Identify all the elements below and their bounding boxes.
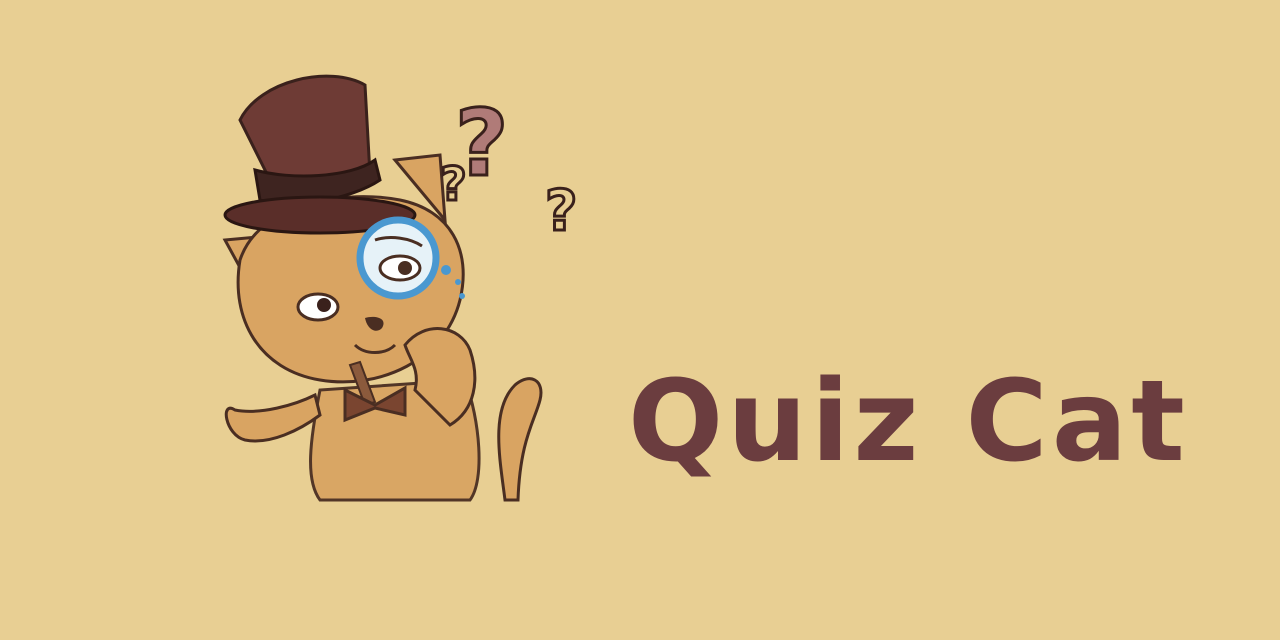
svg-text:?: ? xyxy=(545,179,577,244)
cat-tail xyxy=(497,377,543,502)
page-title: Quiz Cat xyxy=(628,357,1189,487)
quiz-cat-mascot-icon: ? ? ? xyxy=(222,74,579,502)
cat-left-paw xyxy=(224,392,322,443)
question-marks-icon: ? ? ? xyxy=(439,89,579,246)
top-hat-icon xyxy=(223,74,417,235)
banner: ? ? ? Quiz Cat xyxy=(0,0,1280,640)
svg-text:?: ? xyxy=(440,157,467,211)
